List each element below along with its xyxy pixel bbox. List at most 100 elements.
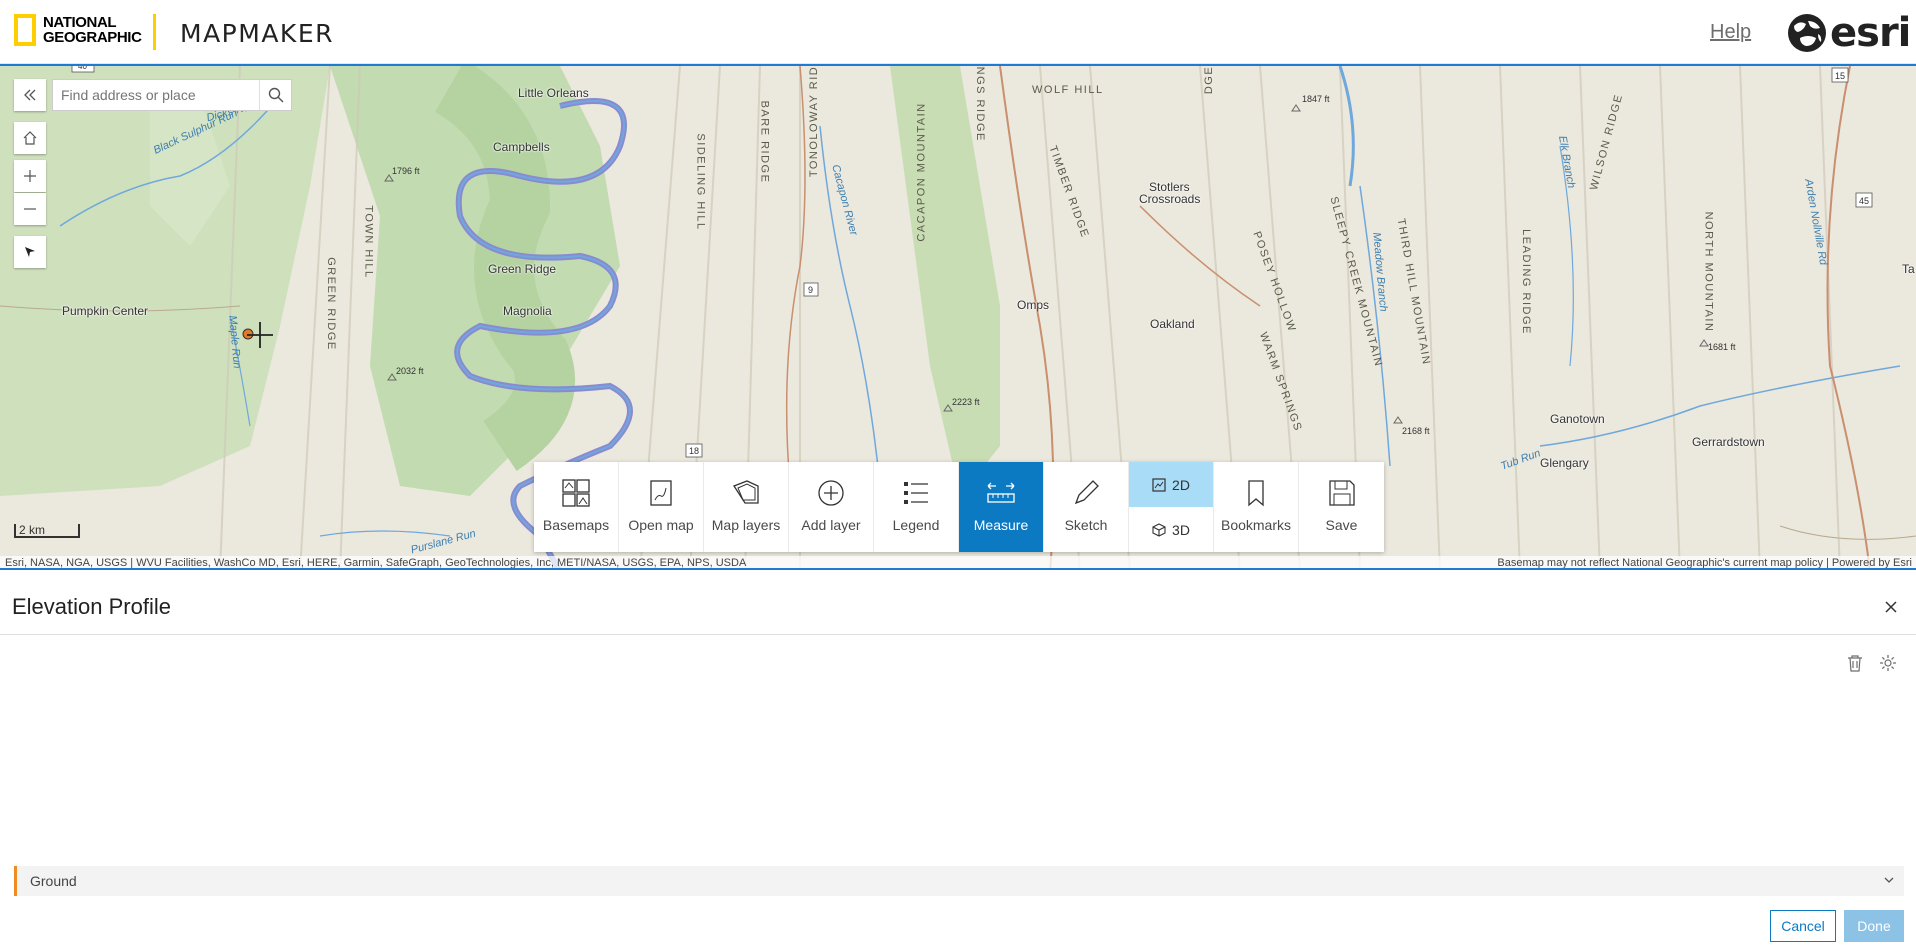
home-icon (23, 131, 37, 145)
map-toolbar: Basemaps Open map Map layers Add layer L… (534, 462, 1384, 552)
spot-height: 2223 ft (952, 397, 980, 407)
ridge-label: LEADING RIDGE (1519, 229, 1532, 335)
dimension-toggle: 2D 3D (1129, 462, 1214, 552)
open-map-label: Open map (628, 517, 694, 533)
brand-line-1: NATIONAL (43, 14, 117, 31)
ridge-label: CACAPON MOUNTAIN (915, 102, 928, 242)
place-label: Oakland (1150, 317, 1195, 331)
panel-title: Elevation Profile (12, 594, 171, 619)
map-layers-icon (733, 480, 759, 504)
place-label: Glengary (1540, 456, 1589, 470)
legend-button[interactable]: Legend (874, 462, 959, 552)
place-label: Pumpkin Center (62, 304, 149, 318)
svg-text:40: 40 (78, 66, 87, 71)
plus-icon (24, 170, 36, 182)
place-label: Gerrardstown (1692, 435, 1765, 449)
map-layers-button[interactable]: Map layers (704, 462, 789, 552)
svg-text:15: 15 (1835, 71, 1845, 81)
brand-line-2: GEOGRAPHIC (43, 29, 142, 46)
search-input[interactable] (53, 80, 259, 110)
header-divider (153, 14, 156, 50)
add-layer-label: Add layer (801, 517, 861, 533)
view-3d-button[interactable]: 3D (1129, 507, 1213, 552)
ng-yellow-border-icon (14, 14, 36, 46)
attribution-powered-by[interactable]: Basemap may not reflect National Geograp… (1497, 556, 1912, 568)
place-label: Ta (1902, 262, 1915, 276)
panel-divider (0, 634, 1916, 635)
help-link[interactable]: Help (1710, 21, 1751, 44)
open-map-icon (650, 480, 672, 506)
open-map-button[interactable]: Open map (619, 462, 704, 552)
legend-icon (904, 482, 928, 504)
clear-profile-button[interactable] (1844, 652, 1866, 674)
spot-height: 2032 ft (396, 366, 424, 376)
place-label: Little Orleans (518, 86, 589, 100)
save-button[interactable]: Save (1299, 462, 1384, 552)
place-label: Crossroads (1139, 192, 1201, 206)
ridge-label: DGE (1203, 65, 1216, 95)
sketch-label: Sketch (1064, 517, 1108, 533)
chevron-down-icon (1884, 877, 1894, 883)
ridge-label: TOWN HILL (362, 205, 375, 279)
svg-text:9: 9 (808, 285, 813, 295)
gear-icon (1880, 655, 1896, 671)
bookmarks-button[interactable]: Bookmarks (1214, 462, 1299, 552)
map-layers-label: Map layers (711, 517, 781, 533)
basemaps-button[interactable]: Basemaps (534, 462, 619, 552)
ridge-label: INGS RIDGE (973, 64, 986, 142)
pencil-icon (1074, 480, 1099, 505)
close-icon (1885, 601, 1897, 613)
place-label: Omps (1017, 298, 1050, 312)
ridge-label: GREEN RIDGE (324, 257, 337, 351)
legend-label: Legend (892, 517, 940, 533)
view-3d-label: 3D (1172, 521, 1190, 538)
chevron-double-left-icon (24, 89, 36, 101)
measure-label: Measure (973, 517, 1029, 533)
ridge-label: BARE RIDGE (758, 100, 771, 184)
ground-label: Ground (30, 873, 77, 889)
map-2d-icon (1152, 477, 1166, 492)
map-attribution: Esri, NASA, NGA, USGS | WVU Facilities, … (0, 556, 1916, 568)
add-layer-icon (818, 480, 844, 506)
ridge-label: TONOLOWAY RIDGE (808, 64, 821, 178)
ridge-label: NORTH MOUNTAIN (1702, 211, 1715, 333)
esri-logo[interactable]: esri (1786, 10, 1911, 56)
basemaps-label: Basemaps (542, 517, 610, 533)
home-button[interactable] (14, 122, 46, 154)
place-label: Campbells (493, 140, 550, 154)
search-button[interactable] (259, 80, 291, 110)
spot-height: 1847 ft (1302, 94, 1330, 104)
measure-button[interactable]: Measure (959, 462, 1044, 552)
scale-bar: 2 km (14, 524, 80, 538)
save-label: Save (1325, 517, 1358, 533)
place-label: Magnolia (503, 304, 552, 318)
spot-height: 1681 ft (1708, 342, 1736, 352)
view-2d-button[interactable]: 2D (1129, 462, 1213, 507)
cancel-button[interactable]: Cancel (1770, 910, 1836, 942)
ridge-label: SIDELING HILL (694, 133, 707, 231)
app-header: NATIONAL GEOGRAPHIC MAPMAKER Help esri (0, 0, 1916, 64)
minus-icon (24, 208, 36, 210)
search-bar (52, 79, 292, 111)
view-2d-label: 2D (1172, 476, 1190, 493)
place-label: Ganotown (1550, 412, 1605, 426)
svg-text:45: 45 (1859, 196, 1869, 206)
trash-icon (1848, 655, 1862, 672)
sketch-button[interactable]: Sketch (1044, 462, 1129, 552)
national-geographic-logo[interactable]: NATIONAL GEOGRAPHIC (14, 14, 142, 46)
zoom-in-button[interactable] (14, 160, 46, 192)
cube-3d-icon (1152, 522, 1166, 537)
profile-settings-button[interactable] (1877, 652, 1899, 674)
bookmark-icon (1248, 480, 1264, 507)
ridge-label: WOLF HILL (1032, 84, 1104, 96)
place-label: Green Ridge (488, 262, 557, 276)
bookmarks-label: Bookmarks (1220, 517, 1292, 533)
collapse-panel-button[interactable] (14, 79, 46, 111)
close-panel-button[interactable] (1880, 596, 1902, 618)
add-layer-button[interactable]: Add layer (789, 462, 874, 552)
zoom-out-button[interactable] (14, 193, 46, 225)
ground-profile-row[interactable]: Ground (14, 866, 1904, 896)
done-button[interactable]: Done (1844, 910, 1904, 942)
save-icon (1328, 480, 1355, 506)
compass-button[interactable] (14, 236, 46, 268)
